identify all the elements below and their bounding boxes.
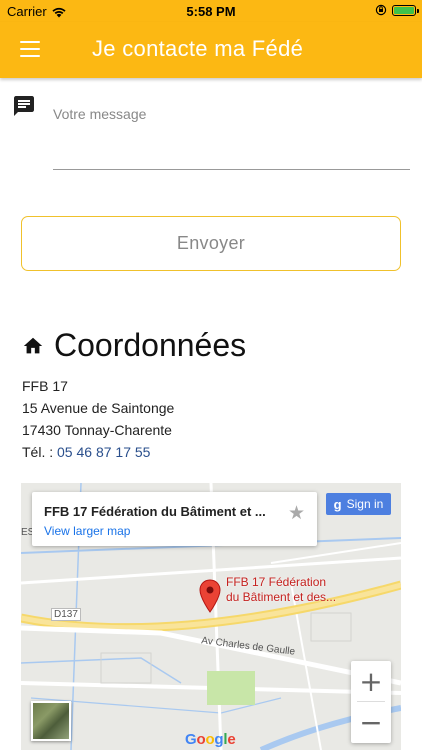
sign-in-button[interactable]: g Sign in	[326, 493, 391, 515]
star-icon[interactable]: ★	[288, 502, 305, 525]
place-label-line1: FFB 17 Fédération	[226, 575, 327, 589]
map-embed[interactable]: ES D137 Av Charles de Gaulle FFB 17 Fédé…	[21, 483, 401, 750]
street-address: 15 Avenue de Saintonge	[22, 400, 175, 416]
map-pin-icon[interactable]	[199, 579, 221, 613]
page-title: Je contacte ma Fédé	[92, 36, 304, 61]
place-marker-label: FFB 17 Fédération du Bâtiment et des...	[226, 575, 336, 605]
phone-line: Tél. : 05 46 87 17 55	[22, 444, 150, 460]
hamburger-menu-icon[interactable]	[20, 41, 40, 57]
zoom-controls: + −	[351, 661, 391, 743]
zoom-in-button[interactable]: +	[351, 661, 391, 701]
status-right	[375, 4, 419, 16]
phone-prefix: Tél. :	[22, 444, 54, 460]
place-label-line2: du Bâtiment et des...	[226, 590, 337, 604]
view-larger-map-link[interactable]: View larger map	[44, 524, 130, 538]
chat-message-icon	[14, 96, 34, 116]
google-logo: Google	[185, 731, 236, 748]
zoom-out-button[interactable]: −	[351, 702, 391, 742]
city-address: 17430 Tonnay-Charente	[22, 422, 172, 438]
contact-header: Coordonnées	[22, 327, 246, 364]
place-title: FFB 17 Fédération du Bâtiment et ...	[44, 504, 266, 519]
battery-icon	[392, 4, 419, 16]
map-info-card: FFB 17 Fédération du Bâtiment et ... Vie…	[32, 492, 317, 546]
app-bar: Je contacte ma Fédé	[0, 22, 422, 78]
send-button[interactable]: Envoyer	[21, 216, 401, 271]
org-name: FFB 17	[22, 378, 68, 394]
phone-link[interactable]: 05 46 87 17 55	[57, 444, 150, 460]
home-icon	[23, 337, 43, 353]
satellite-toggle[interactable]	[31, 701, 71, 741]
google-g-icon: g	[333, 496, 342, 512]
section-title: Coordonnées	[54, 327, 247, 363]
road-label-d137: D137	[51, 608, 81, 621]
message-input[interactable]	[53, 100, 410, 170]
sign-in-label: Sign in	[346, 497, 384, 511]
orientation-lock-icon	[375, 4, 387, 16]
status-bar: Carrier 5:58 PM	[0, 0, 422, 22]
clock: 5:58 PM	[186, 4, 236, 19]
